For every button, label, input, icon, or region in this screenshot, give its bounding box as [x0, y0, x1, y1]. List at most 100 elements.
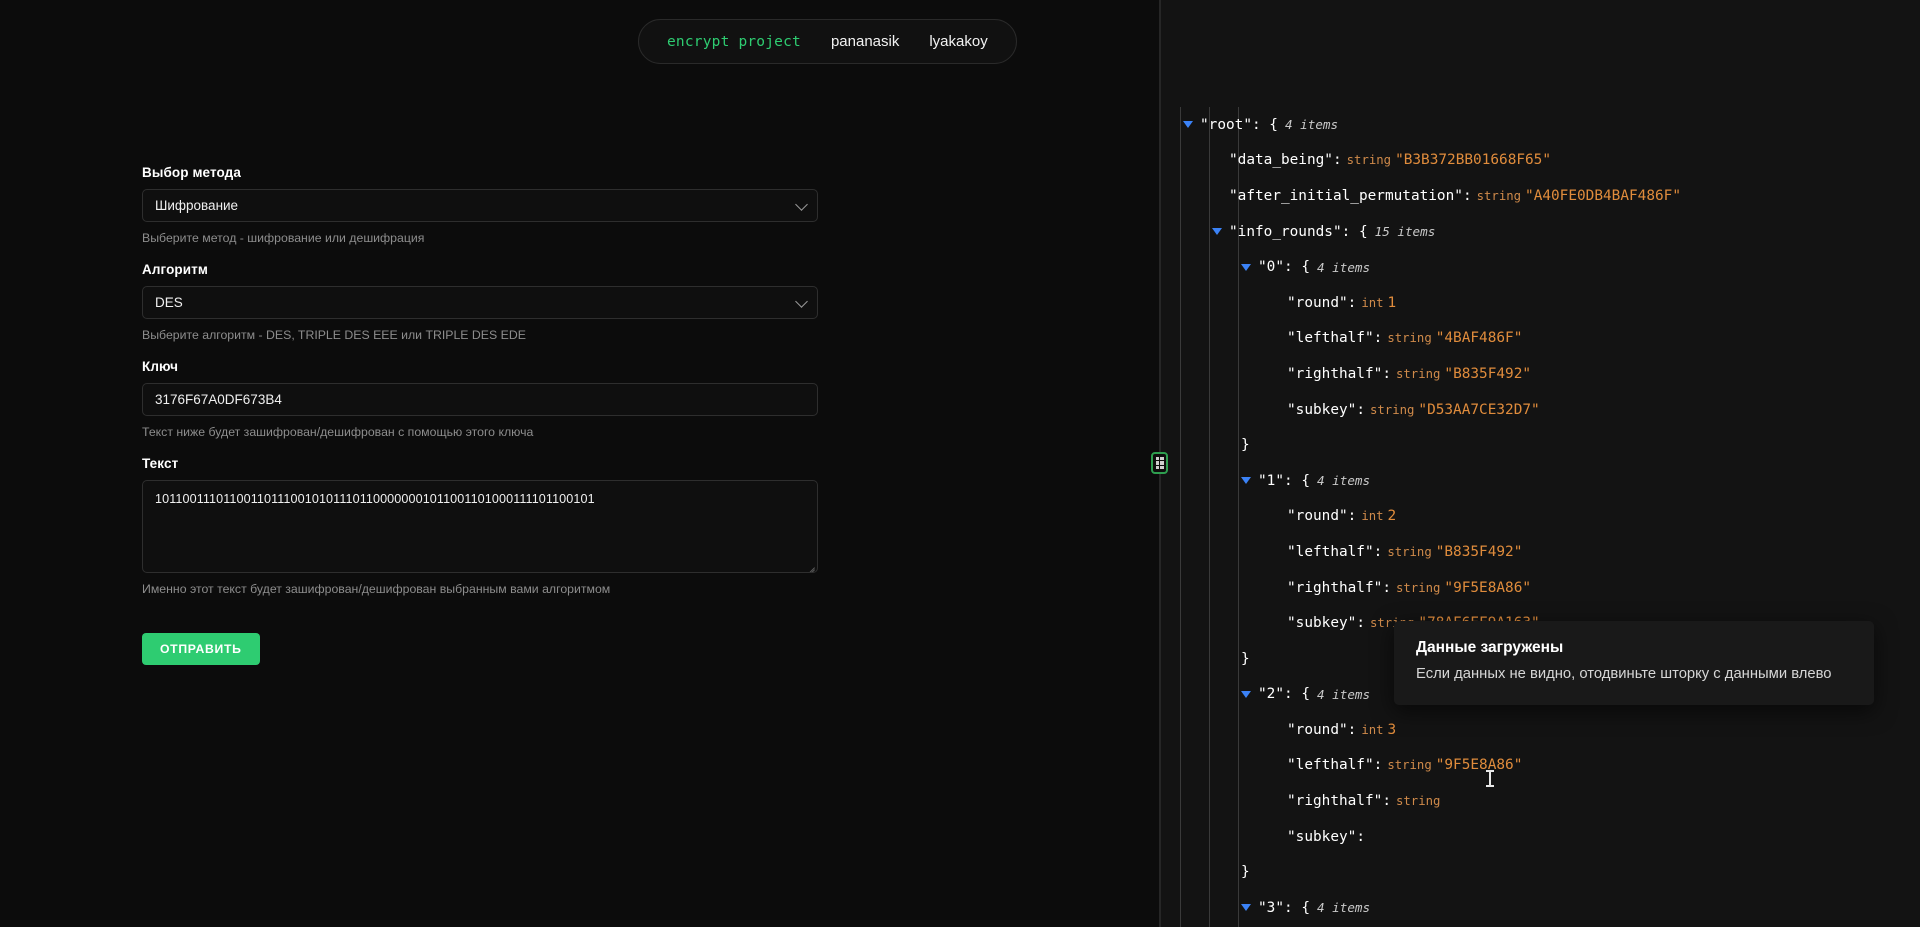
key-input[interactable]: 3176F67A0DF673B4	[142, 383, 818, 416]
json-separator: :	[1356, 401, 1365, 418]
json-close-brace: }	[1169, 427, 1920, 463]
json-key: "2"	[1258, 686, 1284, 703]
json-value: 3	[1387, 721, 1397, 738]
form-pane: encrypt project pananasik lyakakoy Выбор…	[0, 0, 1159, 927]
caret-down-icon[interactable]	[1183, 121, 1193, 129]
json-key: "round"	[1287, 294, 1348, 311]
json-key: "subkey"	[1287, 401, 1357, 418]
json-row: "lefthalf" : string "B835F492"	[1169, 534, 1920, 570]
key-hint: Текст ниже будет зашифрован/дешифрован с…	[142, 425, 534, 439]
json-value: 2	[1387, 508, 1397, 525]
json-row: "round" : int 1	[1169, 285, 1920, 321]
json-type-label: string	[1395, 580, 1441, 595]
json-type-label: string	[1387, 758, 1432, 773]
json-item-count: 4 items	[1317, 686, 1371, 702]
json-separator: :	[1347, 294, 1357, 311]
json-value: "4BAF486F"	[1435, 330, 1523, 347]
json-key: "subkey"	[1287, 615, 1357, 632]
toast-notification: Данные загружены Если данных не видно, о…	[1394, 621, 1874, 705]
json-type-label: string	[1387, 544, 1432, 559]
text-hint: Именно этот текст будет зашифрован/дешиф…	[142, 582, 611, 596]
caret-down-icon[interactable]	[1241, 263, 1251, 271]
json-separator: :	[1373, 757, 1383, 774]
json-row: "subkey" : string "D53AA7CE32D7"	[1169, 392, 1920, 428]
json-separator: :	[1382, 793, 1391, 810]
json-value: "A40FE0DB4BAF486F"	[1525, 187, 1681, 204]
brand-label[interactable]: encrypt project	[667, 34, 801, 50]
nav-link-pananasik[interactable]: pananasik	[831, 33, 899, 50]
method-selected-value: Шифрование	[155, 198, 239, 213]
json-close-brace: }	[1169, 854, 1920, 890]
method-hint: Выберите метод - шифрование или дешифрац…	[142, 231, 425, 245]
toast-title: Данные загружены	[1416, 639, 1564, 656]
json-row[interactable]: "1" : {4 items	[1169, 463, 1920, 499]
json-row: "righthalf" : string	[1169, 783, 1920, 819]
close-brace: }	[1241, 650, 1250, 667]
caret-down-icon[interactable]	[1212, 228, 1222, 236]
json-separator: :	[1332, 152, 1342, 169]
json-separator: :	[1373, 543, 1383, 560]
json-separator: :	[1347, 508, 1357, 525]
json-separator: : {	[1284, 686, 1310, 703]
json-item-count: 4 items	[1284, 117, 1339, 133]
json-row: "righthalf" : string "9F5E8A86"	[1169, 570, 1920, 606]
algorithm-label: Алгоритм	[142, 262, 208, 277]
json-separator: :	[1356, 828, 1365, 845]
json-row[interactable]: "info_rounds" : { 15 items	[1169, 214, 1920, 250]
json-separator: : {	[1251, 116, 1278, 133]
json-value: "9F5E8A86"	[1435, 757, 1523, 774]
algorithm-select[interactable]: DES	[142, 286, 818, 319]
json-key: "righthalf"	[1287, 793, 1383, 810]
json-row: "lefthalf" : string "9F5E8A86"	[1169, 748, 1920, 784]
caret-down-icon[interactable]	[1241, 904, 1251, 912]
json-item-count: 15 items	[1374, 224, 1436, 240]
key-label: Ключ	[142, 359, 179, 374]
json-row: "after_initial_permutation" : string "A40…	[1169, 178, 1920, 214]
nav-link-lyakakoy[interactable]: lyakakoy	[929, 33, 987, 50]
json-separator: : {	[1341, 223, 1368, 240]
json-type-label: int	[1361, 295, 1384, 310]
json-key: "subkey"	[1287, 828, 1357, 845]
method-select[interactable]: Шифрование	[142, 189, 818, 222]
json-type-label: string	[1395, 366, 1441, 381]
json-row: "righthalf" : string "B835F492"	[1169, 356, 1920, 392]
toast-body: Если данных не видно, отодвиньте шторку …	[1416, 666, 1832, 682]
chevron-down-icon	[795, 197, 808, 211]
text-input[interactable]: 1011001110110011011100101011101100000001…	[142, 480, 818, 573]
text-label: Текст	[142, 456, 179, 471]
json-key: "righthalf"	[1287, 579, 1383, 596]
close-brace: }	[1241, 437, 1250, 454]
caret-down-icon[interactable]	[1241, 477, 1251, 485]
json-key: "info_rounds"	[1229, 223, 1342, 240]
json-item-count: 4 items	[1317, 900, 1371, 916]
json-item-count: 4 items	[1317, 259, 1371, 275]
json-type-label: int	[1361, 509, 1384, 524]
json-separator: :	[1462, 187, 1472, 204]
resize-handle-icon[interactable]	[803, 558, 816, 571]
method-label: Выбор метода	[142, 165, 241, 180]
submit-button[interactable]: ОТПРАВИТЬ	[142, 633, 260, 665]
json-value: "D53AA7CE32D7"	[1418, 401, 1540, 418]
splitter-drag-handle[interactable]	[1151, 452, 1168, 474]
json-row: "data_being" : string "B3B372BB01668F65"	[1169, 143, 1920, 179]
json-value: 1	[1387, 294, 1397, 311]
json-separator: : {	[1284, 899, 1310, 916]
json-row[interactable]: "0" : {4 items	[1169, 249, 1920, 285]
json-key: "lefthalf"	[1287, 330, 1374, 347]
json-key: "lefthalf"	[1287, 543, 1374, 560]
json-tree: "root" : {4 items "data_being" : string "B…	[1161, 107, 1920, 927]
json-separator: :	[1347, 721, 1357, 738]
caret-down-icon[interactable]	[1241, 690, 1251, 698]
json-separator: :	[1382, 579, 1391, 596]
encryption-form: Выбор метода Шифрование Выберите метод -…	[142, 165, 818, 665]
close-brace: }	[1241, 864, 1250, 881]
text-cursor-icon	[1486, 770, 1494, 787]
json-row: "subkey" :	[1169, 819, 1920, 855]
json-row[interactable]: "root" : {4 items	[1169, 107, 1920, 143]
json-viewer-pane[interactable]: "root" : {4 items "data_being" : string "B…	[1161, 0, 1920, 927]
text-input-value: 1011001110110011011100101011101100000001…	[155, 492, 595, 506]
json-row: "round" : int 3	[1169, 712, 1920, 748]
json-separator: : {	[1284, 259, 1310, 276]
json-row[interactable]: "3" : {4 items	[1169, 890, 1920, 926]
json-separator: :	[1356, 615, 1365, 632]
